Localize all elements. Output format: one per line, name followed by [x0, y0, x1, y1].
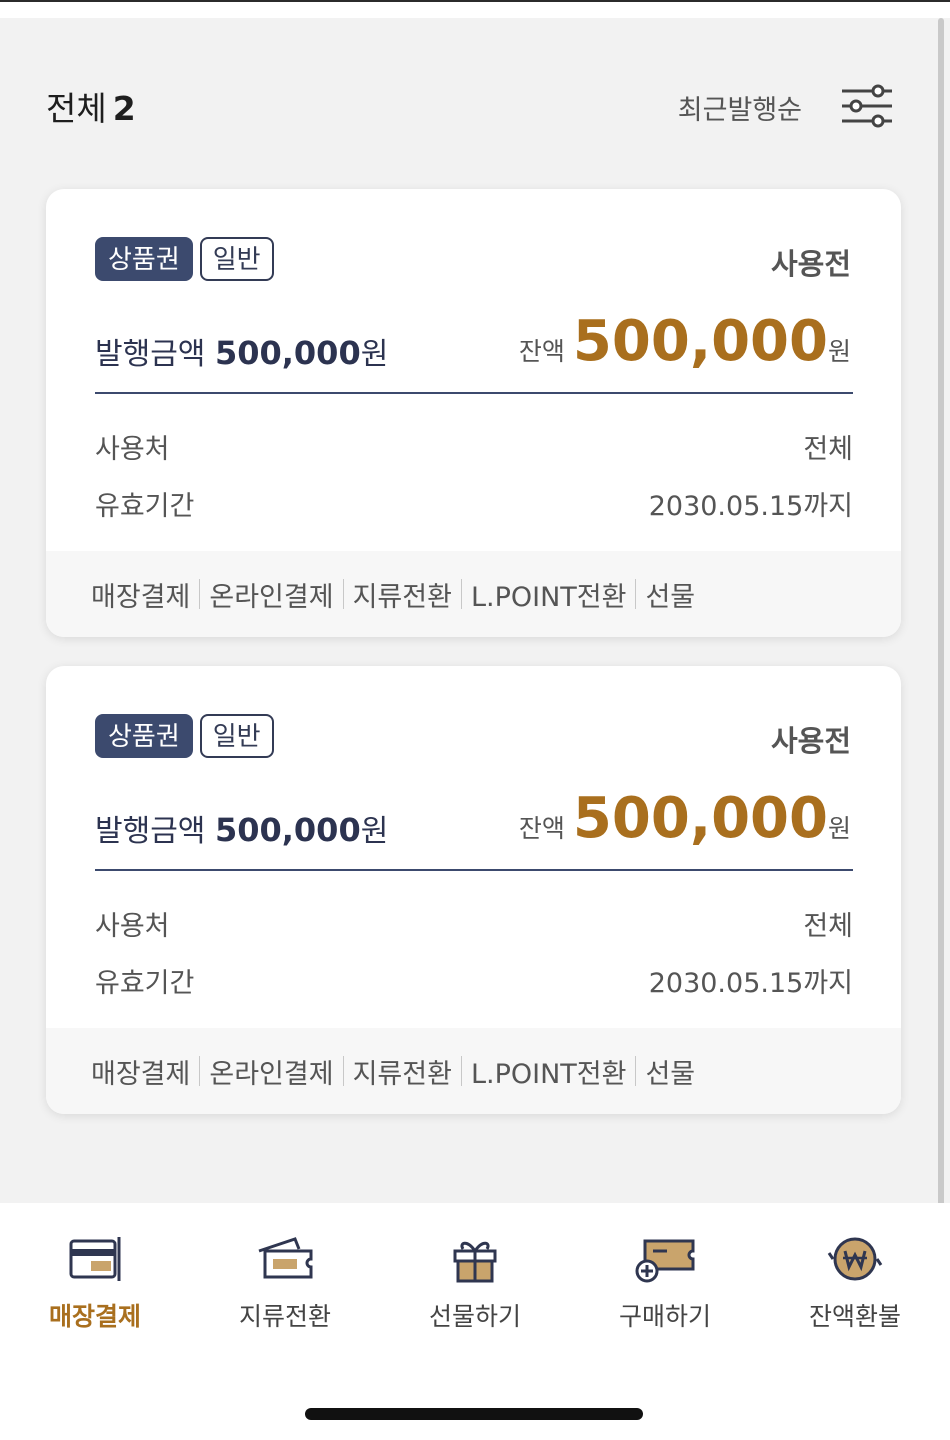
- card-actions: 매장결제 온라인결제 지류전환 L.POINT전환 선물: [46, 551, 901, 637]
- store-payment-link[interactable]: 매장결제: [91, 575, 190, 614]
- balance-unit: 원: [827, 814, 851, 843]
- issue-unit: 원: [360, 814, 389, 849]
- separator: [635, 1056, 637, 1086]
- separator: [342, 1056, 344, 1086]
- nav-purchase[interactable]: 구매하기: [570, 1233, 760, 1333]
- separator: [342, 579, 344, 609]
- issue-label: 발행금액: [95, 337, 206, 372]
- filter-sliders-icon[interactable]: [840, 82, 894, 130]
- nav-refund[interactable]: 잔액환불: [760, 1233, 950, 1333]
- card-payment-icon: [69, 1237, 121, 1281]
- balance-unit: 원: [827, 337, 851, 366]
- store-payment-link[interactable]: 매장결제: [91, 1052, 190, 1091]
- issue-amount: 발행금액 500,000원: [95, 329, 388, 373]
- total-count: 전체 2: [46, 82, 136, 130]
- issue-unit: 원: [360, 337, 389, 372]
- bottom-nav: 매장결제 지류전환 선물하기 구매하기 잔액환불: [0, 1203, 950, 1440]
- separator: [199, 579, 201, 609]
- issue-label: 발행금액: [95, 814, 206, 849]
- nav-label: 구매하기: [618, 1302, 711, 1331]
- balance-label: 잔액: [518, 814, 565, 843]
- validity-value: 2030.05.15까지: [648, 491, 853, 522]
- gift-link[interactable]: 선물: [645, 1052, 695, 1091]
- voucher-card[interactable]: 상품권 일반 사용전 발행금액 500,000원 잔액 500,000원 사용처 …: [46, 189, 901, 637]
- online-payment-link[interactable]: 온라인결제: [209, 1052, 333, 1091]
- total-number: 2: [112, 89, 136, 128]
- gift-link[interactable]: 선물: [645, 575, 695, 614]
- online-payment-link[interactable]: 온라인결제: [209, 575, 333, 614]
- nav-label: 선물하기: [428, 1302, 521, 1331]
- list-header: 전체 2 최근발행순: [0, 70, 950, 140]
- validity-value: 2030.05.15까지: [648, 968, 853, 999]
- issue-value: 500,000: [214, 334, 361, 372]
- nav-paper-convert[interactable]: 지류전환: [190, 1233, 380, 1333]
- gift-icon: [453, 1241, 497, 1283]
- buy-voucher-icon: [635, 1239, 695, 1283]
- balance-label: 잔액: [518, 337, 565, 366]
- balance-value: 500,000: [572, 786, 828, 851]
- home-indicator[interactable]: [305, 1408, 643, 1420]
- badge-group: 상품권 일반: [95, 714, 274, 758]
- validity-label: 유효기간: [95, 491, 195, 522]
- divider: [95, 869, 853, 871]
- balance: 잔액 500,000원: [519, 309, 851, 374]
- nav-label: 잔액환불: [808, 1302, 901, 1331]
- kind-badge: 일반: [199, 237, 274, 281]
- divider: [95, 392, 853, 394]
- type-badge: 상품권: [95, 714, 193, 758]
- kind-badge: 일반: [199, 714, 274, 758]
- usage-label: 사용처: [95, 911, 170, 942]
- usage-value: 전체: [803, 911, 853, 942]
- usage-value: 전체: [803, 434, 853, 465]
- paper-voucher-icon: [258, 1237, 313, 1279]
- type-badge: 상품권: [95, 237, 193, 281]
- sort-dropdown[interactable]: 최근발행순: [678, 88, 802, 127]
- paper-convert-link[interactable]: 지류전환: [353, 575, 452, 614]
- separator: [635, 579, 637, 609]
- status-label: 사용전: [770, 724, 851, 758]
- nav-label: 지류전환: [238, 1302, 331, 1331]
- lpoint-convert-link[interactable]: L.POINT전환: [471, 1052, 627, 1091]
- separator: [460, 1056, 462, 1086]
- status-label: 사용전: [770, 247, 851, 281]
- won-refund-icon: [827, 1237, 883, 1281]
- card-actions: 매장결제 온라인결제 지류전환 L.POINT전환 선물: [46, 1028, 901, 1114]
- voucher-card[interactable]: 상품권 일반 사용전 발행금액 500,000원 잔액 500,000원 사용처 …: [46, 666, 901, 1114]
- issue-value: 500,000: [214, 811, 361, 849]
- separator: [460, 579, 462, 609]
- paper-convert-link[interactable]: 지류전환: [353, 1052, 452, 1091]
- validity-label: 유효기간: [95, 968, 195, 999]
- issue-amount: 발행금액 500,000원: [95, 806, 388, 850]
- lpoint-convert-link[interactable]: L.POINT전환: [471, 575, 627, 614]
- nav-gift[interactable]: 선물하기: [380, 1233, 570, 1333]
- usage-label: 사용처: [95, 434, 170, 465]
- status-bar-edge: [0, 0, 950, 18]
- scrollbar[interactable]: [938, 18, 944, 1348]
- separator: [199, 1056, 201, 1086]
- balance: 잔액 500,000원: [519, 786, 851, 851]
- total-label: 전체: [46, 89, 107, 128]
- nav-store-payment[interactable]: 매장결제: [0, 1233, 190, 1333]
- nav-label: 매장결제: [48, 1302, 141, 1331]
- balance-value: 500,000: [572, 309, 828, 374]
- badge-group: 상품권 일반: [95, 237, 274, 281]
